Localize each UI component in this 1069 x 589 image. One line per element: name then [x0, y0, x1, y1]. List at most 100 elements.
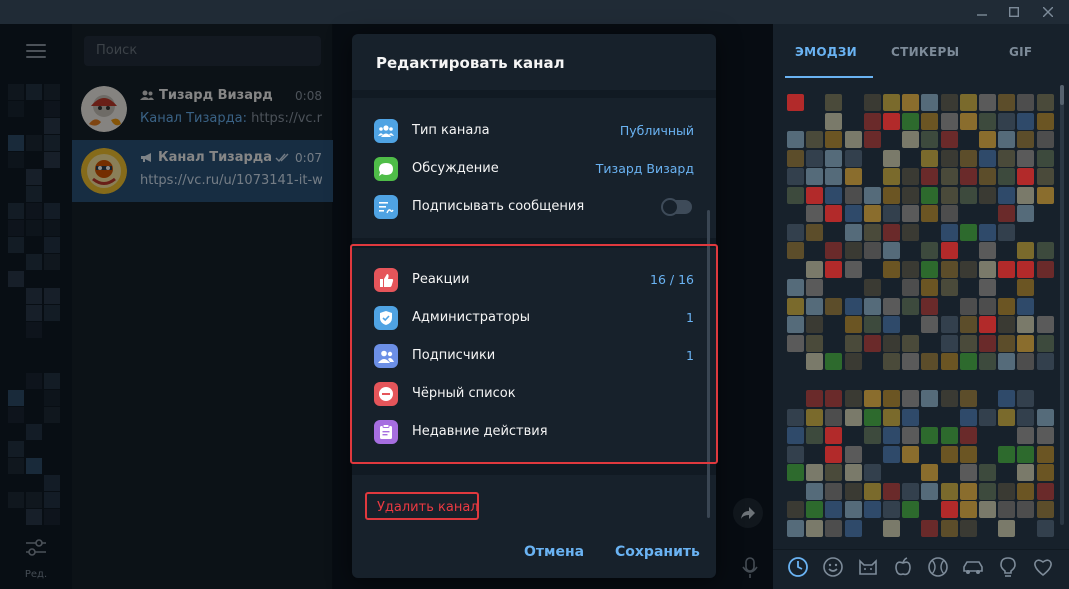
clock-icon[interactable] — [787, 556, 809, 578]
emoji-item[interactable] — [806, 408, 824, 426]
emoji-item[interactable] — [921, 297, 939, 315]
emoji-item[interactable] — [998, 297, 1016, 315]
emoji-item[interactable] — [787, 408, 804, 426]
emoji-item[interactable] — [1036, 112, 1054, 130]
emoji-item[interactable] — [1017, 279, 1035, 296]
emoji-item[interactable] — [998, 186, 1016, 204]
emoji-item[interactable] — [959, 353, 977, 370]
emoji-item[interactable] — [940, 279, 958, 296]
emoji-item[interactable] — [921, 94, 939, 111]
emoji-item[interactable] — [959, 482, 977, 500]
row-discussion[interactable]: Обсуждение Тизард Визард — [352, 150, 708, 188]
smile-icon[interactable] — [822, 556, 844, 578]
emoji-item[interactable] — [863, 482, 881, 500]
emoji-item[interactable] — [921, 242, 939, 259]
emoji-item[interactable] — [940, 242, 958, 259]
emoji-item[interactable] — [940, 168, 958, 185]
emoji-item[interactable] — [902, 260, 920, 278]
emoji-item[interactable] — [959, 149, 977, 167]
emoji-item[interactable] — [844, 168, 862, 185]
emoji-item[interactable] — [921, 390, 939, 407]
emoji-item[interactable] — [979, 482, 996, 500]
emoji-item[interactable] — [806, 464, 824, 481]
emoji-item[interactable] — [844, 260, 862, 278]
emoji-item[interactable] — [844, 501, 862, 518]
emoji-item[interactable] — [787, 501, 804, 518]
emoji-item[interactable] — [902, 353, 920, 370]
emoji-item[interactable] — [806, 279, 824, 296]
emoji-item[interactable] — [844, 149, 862, 167]
emoji-item[interactable] — [844, 445, 862, 463]
emoji-item[interactable] — [1017, 501, 1035, 518]
emoji-item[interactable] — [1036, 501, 1054, 518]
emoji-item[interactable] — [959, 445, 977, 463]
emoji-item[interactable] — [1036, 168, 1054, 185]
emoji-item[interactable] — [902, 501, 920, 518]
emoji-item[interactable] — [940, 390, 958, 407]
emoji-item[interactable] — [863, 223, 881, 241]
emoji-item[interactable] — [921, 316, 939, 333]
emoji-item[interactable] — [1017, 427, 1035, 444]
emoji-item[interactable] — [787, 297, 804, 315]
emoji-item[interactable] — [825, 149, 843, 167]
emoji-item[interactable] — [844, 408, 862, 426]
emoji-item[interactable] — [825, 390, 843, 407]
emoji-item[interactable] — [883, 297, 900, 315]
emoji-item[interactable] — [979, 353, 996, 370]
emoji-item[interactable] — [883, 482, 900, 500]
emoji-item[interactable] — [883, 168, 900, 185]
emoji-item[interactable] — [883, 353, 900, 370]
emoji-item[interactable] — [883, 519, 900, 537]
emoji-item[interactable] — [1017, 242, 1035, 259]
save-button[interactable]: Сохранить — [615, 544, 700, 560]
emoji-item[interactable] — [863, 205, 881, 222]
emoji-item[interactable] — [998, 94, 1016, 111]
emoji-item[interactable] — [844, 205, 862, 222]
emoji-item[interactable] — [979, 112, 996, 130]
emoji-item[interactable] — [787, 334, 804, 352]
emoji-item[interactable] — [940, 149, 958, 167]
emoji-item[interactable] — [825, 112, 843, 130]
emoji-item[interactable] — [844, 353, 862, 370]
emoji-item[interactable] — [979, 334, 996, 352]
emoji-item[interactable] — [940, 316, 958, 333]
emoji-item[interactable] — [921, 112, 939, 130]
emoji-item[interactable] — [921, 149, 939, 167]
row-channel-type[interactable]: Тип канала Публичный — [352, 112, 708, 150]
emoji-item[interactable] — [844, 519, 862, 537]
emoji-item[interactable] — [1017, 94, 1035, 111]
emoji-item[interactable] — [825, 501, 843, 518]
emoji-item[interactable] — [902, 112, 920, 130]
emoji-item[interactable] — [883, 316, 900, 333]
emoji-item[interactable] — [806, 316, 824, 333]
emoji-item[interactable] — [902, 427, 920, 444]
emoji-item[interactable] — [998, 445, 1016, 463]
heart-icon[interactable] — [1032, 556, 1054, 578]
emoji-item[interactable] — [787, 131, 804, 148]
emoji-item[interactable] — [825, 131, 843, 148]
emoji-item[interactable] — [787, 223, 804, 241]
emoji-item[interactable] — [1017, 168, 1035, 185]
emoji-item[interactable] — [787, 94, 804, 111]
emoji-item[interactable] — [940, 186, 958, 204]
emoji-item[interactable] — [883, 260, 900, 278]
emoji-item[interactable] — [883, 112, 900, 130]
emoji-item[interactable] — [959, 223, 977, 241]
emoji-item[interactable] — [921, 464, 939, 481]
emoji-item[interactable] — [787, 279, 804, 296]
emoji-item[interactable] — [1017, 353, 1035, 370]
emoji-item[interactable] — [825, 445, 843, 463]
emoji-item[interactable] — [902, 279, 920, 296]
emoji-item[interactable] — [979, 408, 996, 426]
emoji-item[interactable] — [979, 131, 996, 148]
emoji-item[interactable] — [806, 501, 824, 518]
emoji-item[interactable] — [1036, 445, 1054, 463]
emoji-item[interactable] — [1036, 427, 1054, 444]
emoji-item[interactable] — [883, 242, 900, 259]
emoji-item[interactable] — [921, 168, 939, 185]
emoji-item[interactable] — [883, 186, 900, 204]
emoji-item[interactable] — [940, 112, 958, 130]
emoji-item[interactable] — [1017, 112, 1035, 130]
emoji-item[interactable] — [1036, 408, 1054, 426]
emoji-item[interactable] — [902, 297, 920, 315]
